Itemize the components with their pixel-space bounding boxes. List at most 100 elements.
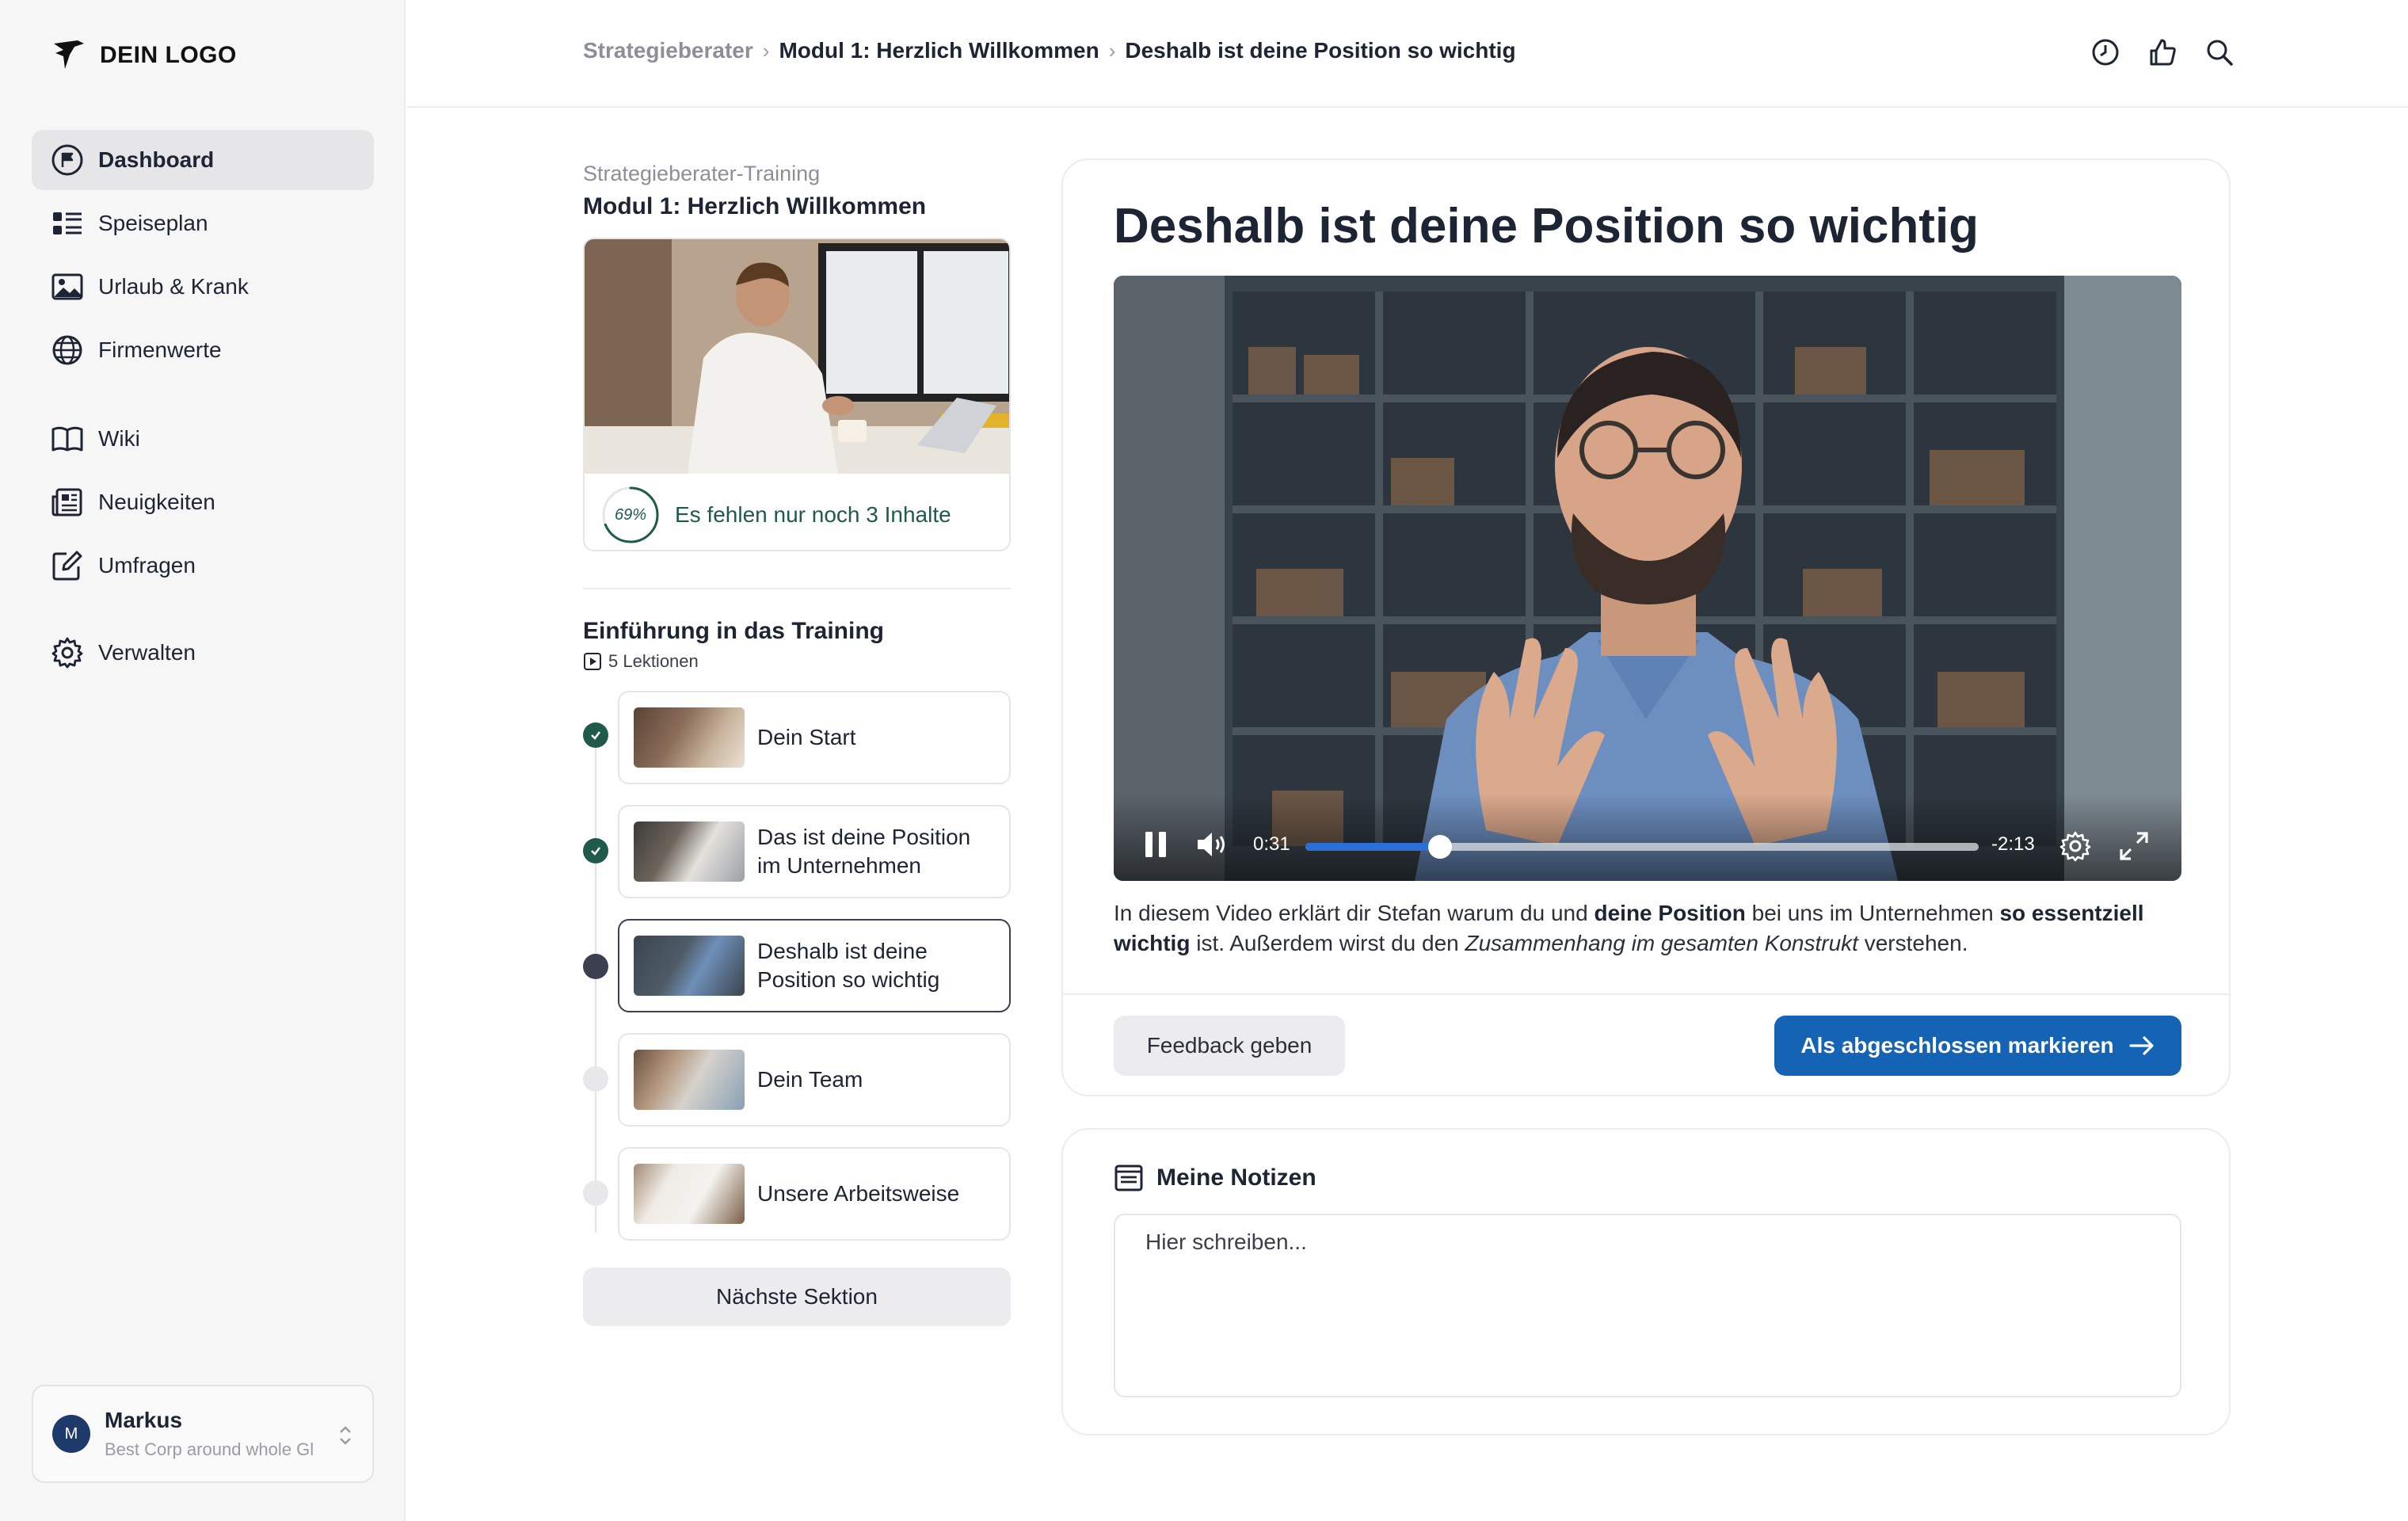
nav-label: Speiseplan xyxy=(98,211,208,235)
nav-item-wiki[interactable]: Wiki xyxy=(32,409,374,469)
next-section-button[interactable]: Nächste Sektion xyxy=(583,1268,1011,1326)
lesson-status-done xyxy=(583,722,608,748)
lesson-item[interactable]: Dein Team xyxy=(618,1033,1011,1126)
nav-item-dashboard[interactable]: Dashboard xyxy=(32,130,374,190)
course-progress: 69% Es fehlen nur noch 3 Inhalte xyxy=(600,485,951,545)
list-icon xyxy=(53,212,82,234)
course-kicker: Strategieberater-Training xyxy=(583,162,821,185)
feedback-button[interactable]: Feedback geben xyxy=(1114,1016,1345,1076)
fullscreen-icon[interactable] xyxy=(2118,830,2150,862)
nav-label: Neuigkeiten xyxy=(98,490,215,514)
breadcrumb-item[interactable]: Strategieberater xyxy=(583,38,753,63)
lesson-title: Dein Start xyxy=(757,725,856,749)
nav-item-umfragen[interactable]: Umfragen xyxy=(32,536,374,596)
settings-gear-icon[interactable] xyxy=(2059,830,2091,862)
sidebar: DEIN LOGO Dashboard Speiseplan Urlaub & … xyxy=(0,0,406,1521)
breadcrumb-item-current: Deshalb ist deine Position so wichtig xyxy=(1125,38,1516,63)
video-controls: 0:31 -2:13 xyxy=(1114,794,2181,881)
description-segment: Zusammenhang im gesamten Konstrukt xyxy=(1465,931,1858,955)
progress-ring: 69% xyxy=(600,485,661,545)
lesson-thumbnail xyxy=(634,936,745,996)
progress-text: Es fehlen nur noch 3 Inhalte xyxy=(675,502,951,527)
section-meta: 5 Lektionen xyxy=(583,651,699,672)
note-icon xyxy=(1114,1165,1143,1191)
lesson-thumbnail xyxy=(634,1164,745,1224)
description-segment: verstehen. xyxy=(1857,931,1968,955)
lesson-item[interactable]: Dein Start xyxy=(618,691,1011,784)
user-org: Best Corp around whole Gl xyxy=(105,1439,314,1459)
lesson-status-current xyxy=(583,954,608,979)
lesson-title: Unsere Arbeitsweise xyxy=(757,1181,960,1206)
search-icon[interactable] xyxy=(2202,35,2237,70)
video-current-time: 0:31 xyxy=(1253,833,1290,855)
lesson-item[interactable]: Unsere Arbeitsweise xyxy=(618,1147,1011,1241)
nav-label: Dashboard xyxy=(98,147,215,172)
video-frame xyxy=(1114,276,2181,881)
lesson-thumbnail xyxy=(634,821,745,882)
lesson-status-todo xyxy=(583,1180,608,1206)
logo[interactable]: DEIN LOGO xyxy=(51,36,237,74)
newspaper-icon xyxy=(51,488,82,517)
lesson-title: Das ist deine Position im Unternehmen xyxy=(757,825,971,878)
video-seek-progress xyxy=(1305,843,1440,851)
description-segment: bei uns im Unternehmen xyxy=(1745,901,2000,925)
bird-logo-icon xyxy=(54,40,84,69)
volume-icon[interactable] xyxy=(1196,830,1228,859)
history-icon[interactable] xyxy=(2088,35,2123,70)
thumbs-up-icon[interactable] xyxy=(2145,35,2180,70)
description-segment: In diesem Video erklärt dir Stefan warum… xyxy=(1114,901,1595,925)
lesson-thumbnail xyxy=(634,1050,745,1110)
arrow-right-icon xyxy=(2129,1036,2154,1055)
video-seek-handle[interactable] xyxy=(1428,835,1452,859)
lesson-status-todo xyxy=(583,1066,608,1092)
video-title: Deshalb ist deine Position so wichtig xyxy=(1114,199,1979,254)
image-icon xyxy=(51,273,83,300)
progress-percent: 69% xyxy=(614,505,647,524)
video-remaining-time: -2:13 xyxy=(1991,833,2035,855)
gear-icon xyxy=(51,637,83,669)
lesson-thumbnail xyxy=(634,707,745,768)
video-player[interactable]: 0:31 -2:13 xyxy=(1114,276,2181,881)
lesson-status-done xyxy=(583,838,608,863)
top-actions xyxy=(2088,35,2237,70)
mark-complete-label: Als abgeschlossen markieren xyxy=(1800,1033,2114,1058)
notes-title: Meine Notizen xyxy=(1156,1165,1316,1191)
chevron-updown-icon xyxy=(340,1426,351,1445)
globe-icon xyxy=(52,335,82,365)
play-square-icon xyxy=(584,653,601,670)
lesson-title: Dein Team xyxy=(757,1067,863,1092)
course-cover-image xyxy=(585,239,1009,474)
user-switcher[interactable]: M Markus Best Corp around whole Gl xyxy=(32,1385,374,1483)
video-description: In diesem Video erklärt dir Stefan warum… xyxy=(1114,898,2191,959)
avatar: M xyxy=(52,1415,90,1453)
notes-card: Meine Notizen xyxy=(1061,1128,2231,1435)
flag-icon xyxy=(51,144,83,176)
lesson-title: Deshalb ist deine Position so wichtig xyxy=(757,939,940,992)
pause-icon[interactable] xyxy=(1144,830,1168,859)
lesson-item[interactable]: Das ist deine Position im Unternehmen xyxy=(618,805,1011,898)
breadcrumb-item[interactable]: Modul 1: Herzlich Willkommen xyxy=(779,38,1099,63)
notes-input[interactable] xyxy=(1114,1214,2181,1397)
description-segment: deine Position xyxy=(1594,901,1746,925)
mark-complete-button[interactable]: Als abgeschlossen markieren xyxy=(1774,1016,2181,1076)
lesson-item-current[interactable]: Deshalb ist deine Position so wichtig xyxy=(618,919,1011,1012)
check-icon xyxy=(591,847,600,856)
section-title: Einführung in das Training xyxy=(583,618,884,644)
nav-item-verwalten[interactable]: Verwalten xyxy=(32,623,374,683)
top-bar: Strategieberater › Modul 1: Herzlich Wil… xyxy=(407,0,2408,108)
user-name: Markus xyxy=(105,1408,183,1432)
course-card[interactable]: 69% Es fehlen nur noch 3 Inhalte xyxy=(583,238,1011,551)
divider xyxy=(1063,993,2229,995)
video-seek-bar[interactable] xyxy=(1305,835,1979,859)
book-icon xyxy=(51,426,83,452)
nav-label: Umfragen xyxy=(98,553,196,578)
user-info: Markus Best Corp around whole Gl xyxy=(105,1408,334,1460)
breadcrumb: Strategieberater › Modul 1: Herzlich Wil… xyxy=(583,38,1516,63)
nav-item-urlaub[interactable]: Urlaub & Krank xyxy=(32,257,374,317)
nav-item-speiseplan[interactable]: Speiseplan xyxy=(32,193,374,254)
nav-item-firmenwerte[interactable]: Firmenwerte xyxy=(32,320,374,380)
timeline-line xyxy=(595,735,596,1233)
nav-item-neuigkeiten[interactable]: Neuigkeiten xyxy=(32,472,374,532)
breadcrumb-separator: › xyxy=(762,38,770,63)
nav-label: Wiki xyxy=(98,426,140,451)
